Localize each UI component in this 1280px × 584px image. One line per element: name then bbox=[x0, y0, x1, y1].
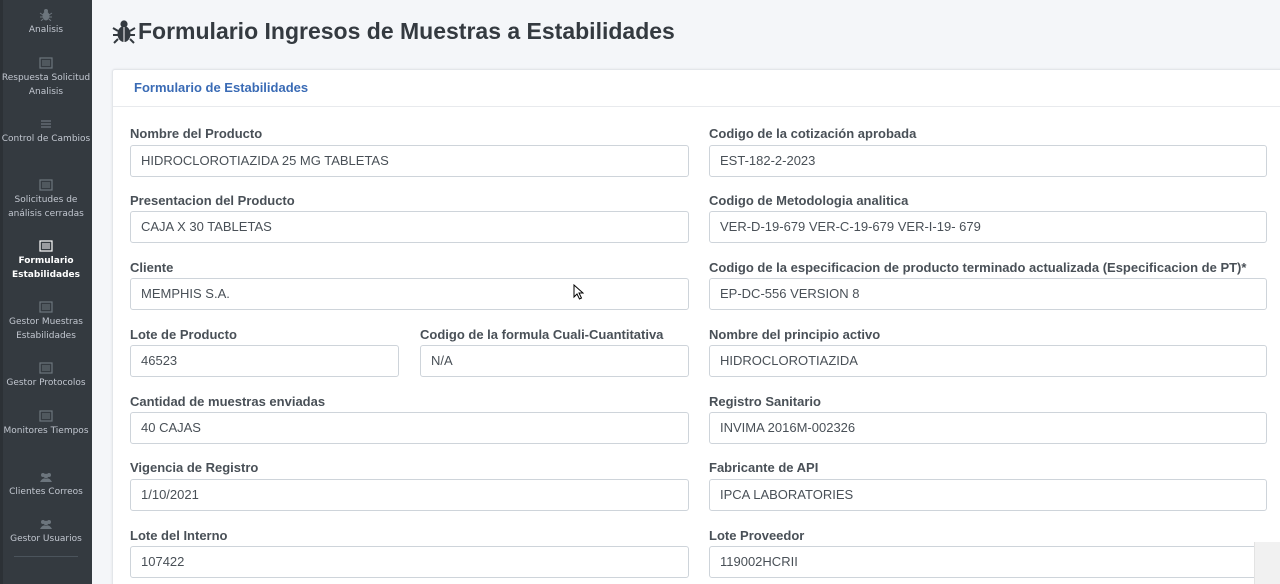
sidebar-item-label: Respuesta Solicitud Analisis bbox=[1, 73, 91, 97]
sidebar-item-solicitudes-cerradas[interactable]: Solicitudes de análisis cerradas bbox=[0, 179, 92, 221]
sidebar-item-gestor-protocolos[interactable]: Gestor Protocolos bbox=[0, 362, 92, 391]
input-nombre-producto[interactable]: HIDROCLOROTIAZIDA 25 MG TABLETAS bbox=[130, 145, 689, 177]
page-title: Formulario Ingresos de Muestras a Estabi… bbox=[112, 18, 675, 45]
sidebar-item-label: Gestor Protocolos bbox=[6, 378, 86, 388]
sidebar-divider bbox=[14, 556, 78, 557]
input-codigo-formula[interactable]: N/A bbox=[420, 345, 689, 377]
label-codigo-formula: Codigo de la formula Cuali-Cuantitativa bbox=[420, 327, 664, 342]
label-principio-activo: Nombre del principio activo bbox=[709, 327, 881, 342]
users-icon bbox=[40, 520, 52, 529]
sidebar-item-monitores-tiempos[interactable]: Monitores Tiempos bbox=[0, 410, 92, 439]
label-registro-sanitario: Registro Sanitario bbox=[709, 394, 821, 409]
input-registro-sanitario[interactable]: INVIMA 2016M-002326 bbox=[709, 412, 1267, 444]
label-lote-proveedor: Lote Proveedor bbox=[709, 528, 805, 543]
label-lote-producto: Lote de Producto bbox=[130, 327, 237, 342]
list-alt-icon bbox=[39, 240, 53, 252]
sidebar-item-label: Formulario Estabilidades bbox=[12, 256, 80, 280]
input-cliente[interactable]: MEMPHIS S.A. bbox=[130, 278, 689, 310]
label-lote-interno: Lote del Interno bbox=[130, 528, 228, 543]
input-vigencia-registro[interactable]: 1/10/2021 bbox=[130, 479, 689, 511]
users-icon bbox=[40, 473, 52, 482]
label-codigo-cotizacion: Codigo de la cotización aprobada bbox=[709, 126, 917, 141]
sidebar-item-gestor-muestras[interactable]: Gestor Muestras Estabilidades bbox=[0, 301, 92, 343]
input-cantidad-muestras[interactable]: 40 CAJAS bbox=[130, 412, 689, 444]
scroll-to-top-tab[interactable] bbox=[1254, 542, 1280, 584]
sidebar-item-analisis[interactable]: Analisis bbox=[0, 9, 92, 38]
page-title-text: Formulario Ingresos de Muestras a Estabi… bbox=[138, 18, 675, 44]
mouse-cursor-icon bbox=[573, 284, 584, 300]
sidebar-item-formulario-estabilidades[interactable]: Formulario Estabilidades bbox=[0, 240, 92, 282]
sidebar-item-control-cambios[interactable]: Control de Cambios bbox=[0, 118, 92, 147]
label-fabricante-api: Fabricante de API bbox=[709, 460, 819, 475]
bug-icon bbox=[39, 9, 53, 21]
label-cliente: Cliente bbox=[130, 260, 174, 275]
input-presentacion[interactable]: CAJA X 30 TABLETAS bbox=[130, 211, 689, 243]
menu-icon bbox=[41, 120, 51, 128]
label-cantidad-muestras: Cantidad de muestras enviadas bbox=[130, 394, 326, 409]
sidebar-item-label: Monitores Tiempos bbox=[3, 426, 89, 436]
sidebar-item-gestor-usuarios[interactable]: Gestor Usuarios bbox=[0, 518, 92, 547]
input-codigo-especificacion[interactable]: EP-DC-556 VERSION 8 bbox=[709, 278, 1267, 310]
sidebar: Analisis Respuesta Solicitud Analisis Co… bbox=[0, 0, 92, 584]
input-codigo-metodologia[interactable]: VER-D-19-679 VER-C-19-679 VER-I-19- 679 bbox=[709, 211, 1267, 243]
list-alt-icon bbox=[39, 57, 53, 69]
list-alt-icon bbox=[39, 362, 53, 374]
sidebar-item-label: Analisis bbox=[28, 25, 64, 35]
sidebar-item-clientes-correos[interactable]: Clientes Correos bbox=[0, 471, 92, 500]
sidebar-item-label: Gestor Muestras Estabilidades bbox=[9, 317, 83, 341]
input-lote-producto[interactable]: 46523 bbox=[130, 345, 399, 377]
sidebar-item-label: Gestor Usuarios bbox=[10, 534, 82, 544]
input-codigo-cotizacion[interactable]: EST-182-2-2023 bbox=[709, 145, 1267, 177]
label-codigo-metodologia: Codigo de Metodologia analitica bbox=[709, 193, 909, 208]
list-alt-icon bbox=[39, 410, 53, 422]
input-fabricante-api[interactable]: IPCA LABORATORIES bbox=[709, 479, 1267, 511]
label-codigo-especificacion: Codigo de la especificacion de producto … bbox=[709, 260, 1247, 275]
bug-icon bbox=[112, 19, 136, 44]
label-nombre-producto: Nombre del Producto bbox=[130, 126, 263, 141]
list-alt-icon bbox=[39, 301, 53, 313]
sidebar-item-label: Clientes Correos bbox=[9, 487, 83, 497]
input-lote-interno[interactable]: 107422 bbox=[130, 546, 689, 578]
label-vigencia-registro: Vigencia de Registro bbox=[130, 460, 259, 475]
label-presentacion: Presentacion del Producto bbox=[130, 193, 295, 208]
sidebar-item-label: Control de Cambios bbox=[1, 134, 91, 144]
list-alt-icon bbox=[39, 179, 53, 191]
input-principio-activo[interactable]: HIDROCLOROTIAZIDA bbox=[709, 345, 1267, 377]
card-header: Formulario de Estabilidades bbox=[113, 70, 1280, 107]
sidebar-item-label: Solicitudes de análisis cerradas bbox=[8, 195, 84, 219]
sidebar-item-respuesta-solicitud[interactable]: Respuesta Solicitud Analisis bbox=[0, 57, 92, 99]
input-lote-proveedor[interactable]: 119002HCRII bbox=[709, 546, 1267, 578]
